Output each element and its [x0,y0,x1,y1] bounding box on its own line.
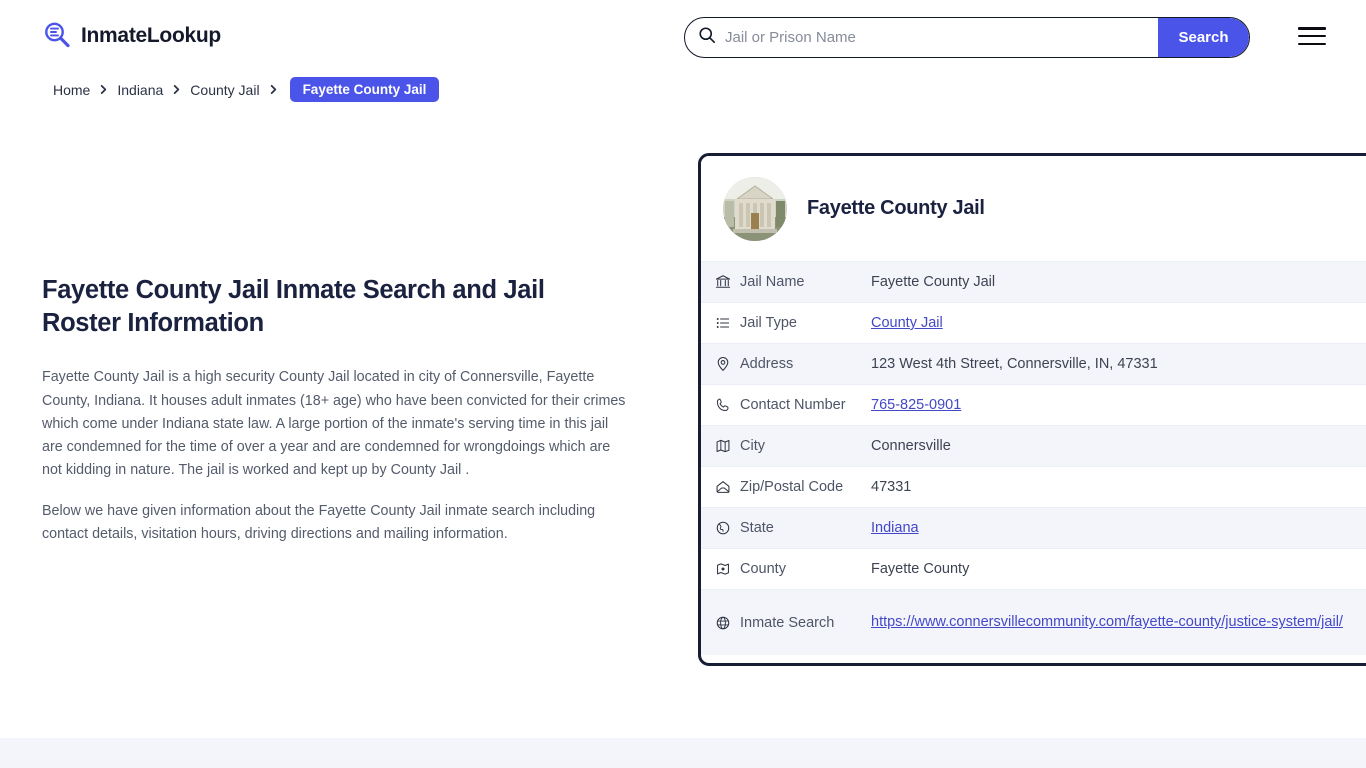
row-value: https://www.connersvillecommunity.com/fa… [871,603,1366,641]
jail-details-table: Jail Name Fayette County Jail Jail Type … [701,261,1366,655]
search-button[interactable]: Search [1158,18,1249,57]
page-root: InmateLookup Search Home Indiana [0,0,1366,768]
web-globe-icon [715,615,740,631]
table-row: Contact Number 765-825-0901 [701,384,1366,425]
article-section: Fayette County Jail Inmate Search and Ja… [42,274,627,563]
footer-band [0,738,1366,768]
row-value: County Jail [871,315,1366,331]
breadcrumb-item-county-jail[interactable]: County Jail [190,82,259,98]
table-row: State Indiana [701,507,1366,548]
breadcrumb-item-indiana[interactable]: Indiana [117,82,163,98]
table-row: Zip/Postal Code 47331 [701,466,1366,507]
globe-icon [715,520,740,536]
hamburger-line [1298,27,1326,30]
row-label: State [740,520,774,536]
table-row: Jail Name Fayette County Jail [701,261,1366,302]
row-label: County [740,561,786,577]
row-value: Fayette County [871,561,970,577]
map-icon [715,438,740,454]
hamburger-line [1298,42,1326,45]
article-paragraph-1: Fayette County Jail is a high security C… [42,369,626,479]
map-pin-icon [715,356,740,372]
row-label: Zip/Postal Code [740,479,844,495]
row-label: Jail Type [740,315,797,331]
courthouse-building-photo [723,176,787,241]
chevron-right-icon [98,84,109,95]
page-title: Fayette County Jail Inmate Search and Ja… [42,276,545,337]
breadcrumb-item-home[interactable]: Home [53,82,90,98]
site-header: InmateLookup Search [0,0,1366,74]
brand-name: InmateLookup [81,23,221,47]
chevron-right-icon [268,84,279,95]
row-value: 123 West 4th Street, Connersville, IN, 4… [871,356,1158,372]
search-bar[interactable]: Search [684,17,1250,58]
row-label: Address [740,356,794,372]
breadcrumb: Home Indiana County Jail Fayette County … [53,77,440,102]
card-title: Fayette County Jail [807,197,985,219]
bank-icon [715,274,740,290]
chevron-right-icon [171,84,182,95]
table-row: Inmate Search https://www.connersvilleco… [701,589,1366,655]
search-icon [698,26,716,49]
county-map-icon [715,561,740,577]
brand-logo[interactable]: InmateLookup [42,20,221,50]
article-paragraph-2: Below we have given information about th… [42,502,596,543]
table-row: County Fayette County [701,548,1366,589]
row-value: Fayette County Jail [871,274,996,290]
list-icon [715,315,740,331]
table-row: Jail Type County Jail [701,302,1366,343]
table-row: Address 123 West 4th Street, Connersvill… [701,343,1366,384]
card-header: Fayette County Jail [701,156,1366,261]
row-value: Connersville [871,438,951,454]
row-label: City [740,438,765,454]
row-value: 765-825-0901 [871,397,1366,413]
state-link[interactable]: Indiana [871,520,919,536]
magnifier-logo-icon [42,20,72,50]
row-label: Inmate Search [740,614,835,631]
phone-icon [715,397,740,413]
search-input[interactable] [716,18,1158,57]
row-value: Indiana [871,520,1366,536]
breadcrumb-current: Fayette County Jail [289,77,440,102]
table-row: City Connersville [701,425,1366,466]
jail-type-link[interactable]: County Jail [871,315,943,331]
hamburger-line [1298,34,1326,38]
inmate-search-link[interactable]: https://www.connersvillecommunity.com/fa… [871,614,1343,630]
row-label: Contact Number [740,397,846,413]
jail-info-card: Fayette County Jail Jail Name Fayette Co… [698,153,1366,666]
hamburger-menu-icon[interactable] [1298,25,1326,47]
contact-number-link[interactable]: 765-825-0901 [871,397,961,413]
row-label: Jail Name [740,274,805,290]
row-value: 47331 [871,479,912,495]
envelope-icon [715,479,740,495]
